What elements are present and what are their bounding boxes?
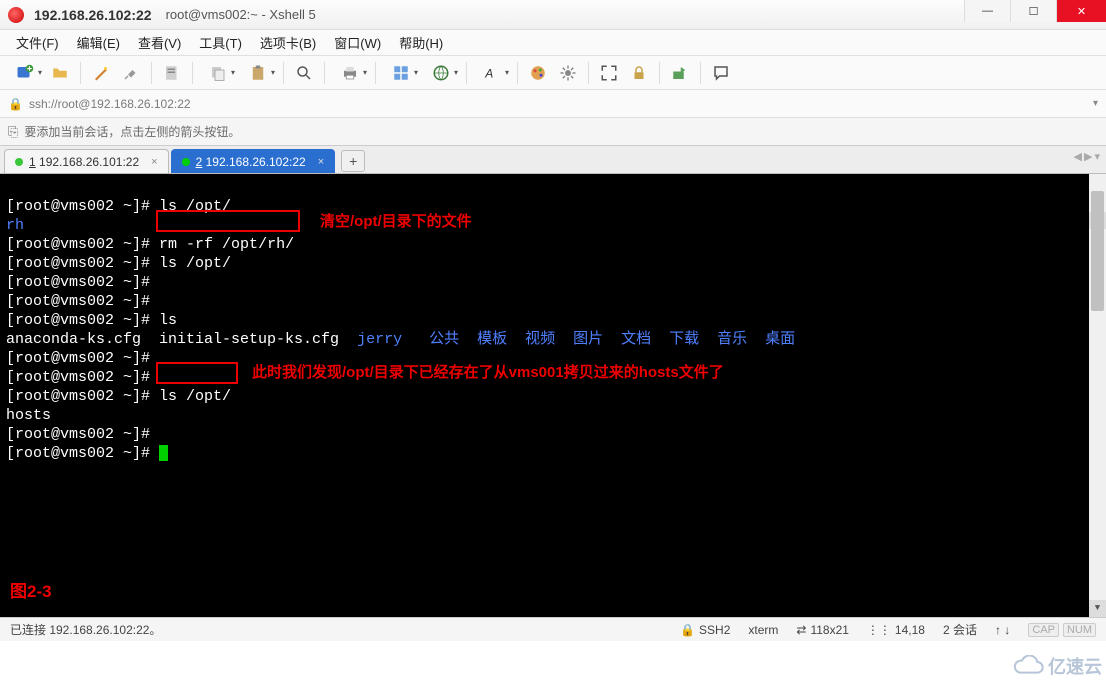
palette-icon bbox=[529, 64, 547, 82]
status-dot-icon bbox=[182, 158, 190, 166]
annotation-box-1 bbox=[156, 210, 300, 232]
copy-icon bbox=[209, 64, 227, 82]
tab-bar: 1 192.168.26.101:22 × 2 192.168.26.102:2… bbox=[0, 146, 1106, 174]
status-num: NUM bbox=[1063, 623, 1096, 637]
layout-button[interactable]: ▾ bbox=[382, 60, 420, 86]
gear-icon bbox=[559, 64, 577, 82]
address-dropdown[interactable]: ▾ bbox=[1093, 98, 1098, 109]
app-icon bbox=[8, 7, 24, 23]
disconnect-button[interactable] bbox=[117, 60, 145, 86]
title-ip: 192.168.26.102:22 bbox=[34, 7, 152, 23]
menu-view[interactable]: 查看(V) bbox=[132, 30, 187, 55]
transfer-icon bbox=[671, 64, 689, 82]
status-cap: CAP bbox=[1028, 623, 1059, 637]
menu-edit[interactable]: 编辑(E) bbox=[71, 30, 126, 55]
cloud-icon bbox=[1012, 655, 1044, 677]
status-sessions: 2 会话 bbox=[943, 621, 977, 638]
fullscreen-button[interactable] bbox=[595, 60, 623, 86]
status-termtype: xterm bbox=[748, 623, 778, 637]
menu-help[interactable]: 帮助(H) bbox=[393, 30, 449, 55]
reconnect-button[interactable] bbox=[87, 60, 115, 86]
tab-close-icon[interactable]: × bbox=[318, 156, 324, 168]
font-icon: A bbox=[483, 64, 501, 82]
xftp-button[interactable] bbox=[666, 60, 694, 86]
properties-icon bbox=[163, 64, 181, 82]
tab-nav-drop[interactable]: ▾ bbox=[1094, 150, 1100, 163]
paste-button[interactable]: ▾ bbox=[239, 60, 277, 86]
watermark: 亿速云 bbox=[1012, 653, 1102, 679]
chat-icon bbox=[712, 64, 730, 82]
lock-button[interactable] bbox=[625, 60, 653, 86]
status-updown-icon: ↑ ↓ bbox=[995, 623, 1010, 637]
annotation-figure-label: 图2-3 bbox=[10, 582, 52, 601]
svg-text:A: A bbox=[484, 66, 493, 80]
menubar: 文件(F) 编辑(E) 查看(V) 工具(T) 选项卡(B) 窗口(W) 帮助(… bbox=[0, 30, 1106, 56]
status-connection: 已连接 192.168.26.102:22。 bbox=[10, 621, 161, 638]
address-bar[interactable]: 🔒 ssh://root@192.168.26.102:22 ▾ bbox=[0, 90, 1106, 118]
status-bar: 已连接 192.168.26.102:22。 🔒 SSH2 xterm ⇄ 11… bbox=[0, 617, 1106, 641]
scroll-down-button[interactable]: ▼ bbox=[1089, 600, 1106, 617]
status-dot-icon bbox=[15, 158, 23, 166]
copy-button[interactable]: ▾ bbox=[199, 60, 237, 86]
title-extra: root@vms002:~ - Xshell 5 bbox=[166, 7, 316, 22]
address-text: ssh://root@192.168.26.102:22 bbox=[29, 97, 191, 111]
status-size: ⇄ 118x21 bbox=[796, 623, 849, 637]
properties-button[interactable] bbox=[158, 60, 186, 86]
clipboard-icon bbox=[249, 64, 267, 82]
fullscreen-icon bbox=[600, 64, 618, 82]
tab-session-1[interactable]: 1 192.168.26.101:22 × bbox=[4, 149, 169, 173]
window-buttons: — ☐ ✕ bbox=[964, 0, 1106, 22]
printer-icon bbox=[341, 64, 359, 82]
color-scheme-button[interactable] bbox=[524, 60, 552, 86]
menu-tools[interactable]: 工具(T) bbox=[193, 30, 248, 55]
annotation-text-2: 此时我们发现/opt/目录下已经存在了从vms001拷贝过来的hosts文件了 bbox=[252, 363, 724, 382]
lock-icon bbox=[630, 64, 648, 82]
hint-bar: ⎘ 要添加当前会话，点击左侧的箭头按钮。 bbox=[0, 118, 1106, 146]
layout-icon bbox=[392, 64, 410, 82]
titlebar: 192.168.26.102:22 root@vms002:~ - Xshell… bbox=[0, 0, 1106, 30]
toolbar: ▾ ▾ ▾ ▾ ▾ ▾ A▾ bbox=[0, 56, 1106, 90]
font-button[interactable]: A▾ bbox=[473, 60, 511, 86]
add-session-icon[interactable]: ⎘ bbox=[8, 124, 18, 140]
find-button[interactable] bbox=[290, 60, 318, 86]
hint-text: 要添加当前会话，点击左侧的箭头按钮。 bbox=[24, 123, 240, 140]
menu-file[interactable]: 文件(F) bbox=[10, 30, 65, 55]
close-button[interactable]: ✕ bbox=[1056, 0, 1106, 22]
wand-icon bbox=[92, 64, 110, 82]
menu-tabs[interactable]: 选项卡(B) bbox=[254, 30, 322, 55]
tab-close-icon[interactable]: × bbox=[151, 156, 157, 168]
tab-nav-left[interactable]: ◀ bbox=[1074, 150, 1082, 163]
terminal-plus-icon bbox=[16, 64, 34, 82]
help-button[interactable] bbox=[707, 60, 735, 86]
tab-session-2[interactable]: 2 192.168.26.102:22 × bbox=[171, 149, 336, 173]
print-button[interactable]: ▾ bbox=[331, 60, 369, 86]
status-cursor-pos: ⋮⋮ 14,18 bbox=[867, 623, 925, 637]
status-protocol: 🔒 SSH2 bbox=[680, 623, 730, 637]
cursor bbox=[159, 445, 168, 461]
tab-nav: ◀ ▶ ▾ bbox=[1074, 150, 1100, 163]
minimize-button[interactable]: — bbox=[964, 0, 1010, 22]
scroll-thumb[interactable] bbox=[1091, 191, 1104, 311]
maximize-button[interactable]: ☐ bbox=[1010, 0, 1056, 22]
tab-nav-right[interactable]: ▶ bbox=[1084, 150, 1092, 163]
globe-icon bbox=[432, 64, 450, 82]
scrollbar[interactable]: ▲ ▼ bbox=[1089, 174, 1106, 617]
search-icon bbox=[295, 64, 313, 82]
open-button[interactable] bbox=[46, 60, 74, 86]
lock-small-icon: 🔒 bbox=[8, 97, 23, 111]
folder-open-icon bbox=[51, 64, 69, 82]
plug-icon bbox=[122, 64, 140, 82]
encoding-button[interactable]: ▾ bbox=[422, 60, 460, 86]
highlight-button[interactable] bbox=[554, 60, 582, 86]
new-session-button[interactable]: ▾ bbox=[6, 60, 44, 86]
tab-add-button[interactable]: + bbox=[341, 150, 365, 172]
menu-window[interactable]: 窗口(W) bbox=[328, 30, 387, 55]
annotation-text-1: 清空/opt/目录下的文件 bbox=[320, 212, 472, 231]
terminal[interactable]: [root@vms002 ~]# ls /opt/ rh [root@vms00… bbox=[0, 174, 1106, 617]
annotation-box-2 bbox=[156, 362, 238, 384]
